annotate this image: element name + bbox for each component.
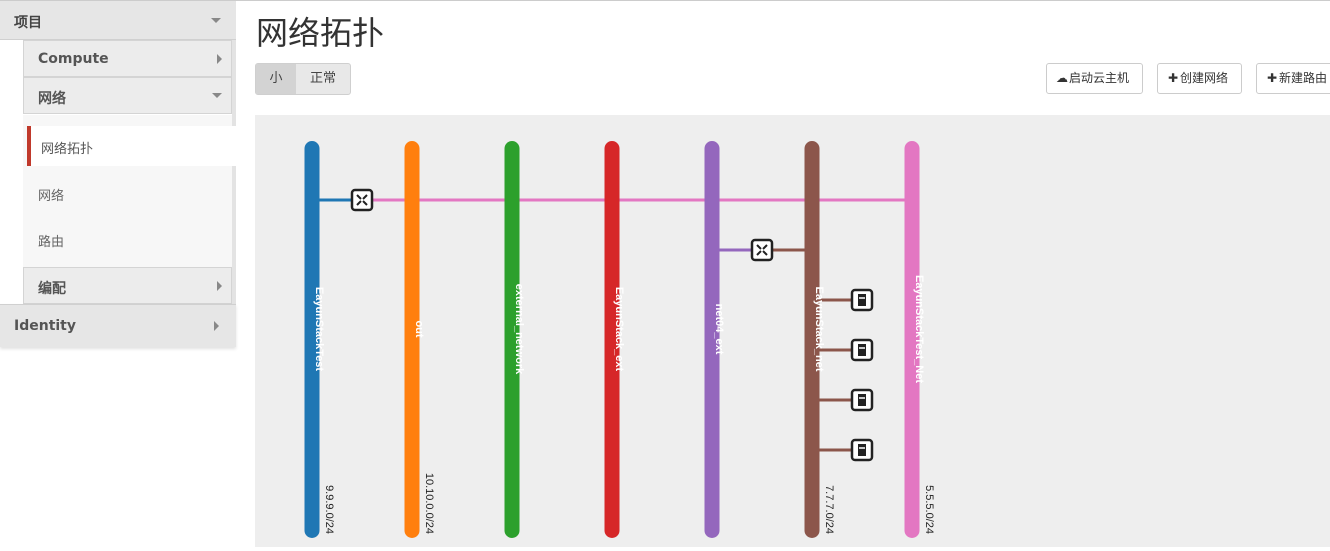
router-icon[interactable] xyxy=(350,188,374,212)
network-name-label: external_network xyxy=(513,284,525,375)
sidebar-section-label: 项目 xyxy=(14,15,42,31)
server-icon-body xyxy=(858,394,866,406)
page-title: 网络拓扑 xyxy=(256,14,385,52)
sidebar-section-identity[interactable]: Identity xyxy=(0,304,236,347)
button-label: 新建路由 xyxy=(1279,71,1328,85)
server-icon[interactable] xyxy=(850,388,874,412)
network-cidr-label: 9.9.9.0/24 xyxy=(323,485,335,534)
plus-icon: ✚ xyxy=(1266,71,1278,85)
sidebar-group-network[interactable]: 网络 xyxy=(23,77,232,114)
server-icon-body xyxy=(858,294,866,306)
sidebar-group-orchestration[interactable]: 编配 xyxy=(23,267,232,304)
network-cidr-label: 7.7.7.0/24 xyxy=(823,485,835,534)
network-name-label: out xyxy=(413,320,425,337)
network-bar[interactable]: EayunStackTest_Net 5.5.5.0/24 xyxy=(904,141,936,538)
chevron-right-icon xyxy=(217,54,222,64)
sidebar-section-label: Identity xyxy=(14,318,77,334)
server-icon[interactable] xyxy=(850,438,874,462)
network-cidr-label: 5.5.5.0/24 xyxy=(923,485,935,534)
chevron-down-icon xyxy=(212,93,222,98)
sidebar-group-label: Compute xyxy=(38,51,109,67)
network-cidr-label: 10.10.0.0/24 xyxy=(423,473,435,534)
topology-svg: EayunStackTest 9.9.9.0/24 out 10.10.0.0/24 e… xyxy=(304,141,936,538)
sidebar-group-compute[interactable]: Compute xyxy=(23,40,232,77)
router-icon-frame xyxy=(750,238,774,262)
size-normal-button[interactable]: 正常 xyxy=(296,64,350,94)
server-icon[interactable] xyxy=(850,338,874,362)
chevron-right-icon xyxy=(214,321,219,331)
size-small-button[interactable]: 小 xyxy=(256,64,296,94)
server-icon-body xyxy=(858,444,866,456)
router-icon[interactable] xyxy=(750,238,774,262)
plus-icon: ✚ xyxy=(1167,71,1179,85)
sidebar: 项目 Compute 网络 网络拓扑 网络 路由 编配 Identity xyxy=(0,1,236,347)
sidebar-item-networks[interactable]: 网络 xyxy=(38,185,64,204)
sidebar-item-routers[interactable]: 路由 xyxy=(38,231,64,250)
sidebar-item-label: 网络拓扑 xyxy=(41,142,94,157)
sidebar-group-label: 网络 xyxy=(38,91,66,107)
network-name-label: net04_ext xyxy=(713,304,725,355)
server-icon[interactable] xyxy=(850,288,874,312)
chevron-right-icon xyxy=(217,281,222,291)
network-name-label: EayunStack_ext xyxy=(613,287,625,372)
cloud-upload-icon: ☁ xyxy=(1056,71,1068,85)
create-router-button[interactable]: ✚ 新建路由 xyxy=(1256,63,1330,94)
topology-size-toggle: 小 正常 xyxy=(255,63,351,95)
sidebar-divider xyxy=(232,1,236,347)
network-name-label: EayunStackTest_Net xyxy=(913,275,925,383)
create-network-button[interactable]: ✚ 创建网络 xyxy=(1157,63,1242,94)
network-name-label: EayunStack_net xyxy=(813,287,825,372)
sidebar-item-network-topology[interactable]: 网络拓扑 xyxy=(27,126,236,166)
network-bar-shape[interactable] xyxy=(404,141,420,538)
server-icon-body xyxy=(858,344,866,356)
sidebar-group-label: 编配 xyxy=(38,281,66,297)
network-name-label: EayunStackTest xyxy=(313,287,325,372)
topology-canvas: EayunStackTest 9.9.9.0/24 out 10.10.0.0/24 e… xyxy=(255,115,1330,547)
button-label: 创建网络 xyxy=(1180,71,1229,85)
launch-instance-button[interactable]: ☁启动云主机 xyxy=(1046,63,1143,94)
chevron-down-icon xyxy=(211,18,221,23)
router-icon-frame xyxy=(350,188,374,212)
sidebar-section-project[interactable]: 项目 xyxy=(0,1,236,40)
button-label: 启动云主机 xyxy=(1069,71,1130,85)
